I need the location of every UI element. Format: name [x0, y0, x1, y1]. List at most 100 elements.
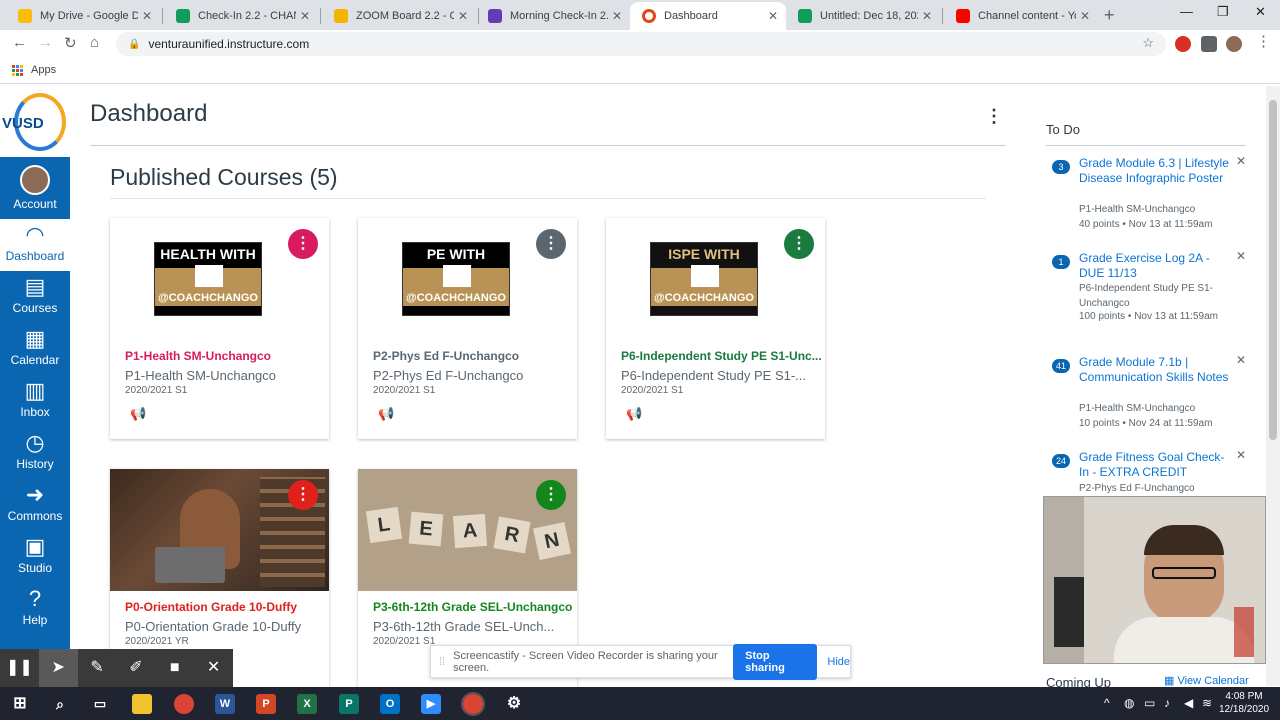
- nav-help[interactable]: ? Help: [0, 583, 70, 635]
- todo-title-link[interactable]: Grade Exercise Log 2A - DUE 11/13: [1079, 251, 1229, 281]
- dashboard-options-icon[interactable]: ⋮: [985, 106, 1003, 127]
- tab-untitled[interactable]: Untitled: Dec 18, 2020✕: [786, 2, 940, 30]
- canvas-icon: [642, 9, 656, 23]
- page-scrollbar[interactable]: [1266, 86, 1280, 686]
- highlighter-icon[interactable]: ✐: [116, 649, 155, 687]
- tab-my-drive[interactable]: My Drive - Google Drive✕: [6, 2, 160, 30]
- dismiss-icon[interactable]: ✕: [1236, 448, 1246, 462]
- search-icon[interactable]: ⌕: [50, 694, 70, 714]
- announcements-icon[interactable]: 📢: [130, 406, 146, 422]
- taskbar-clock[interactable]: 4:08 PM 12/18/2020: [1216, 690, 1272, 716]
- wifi-icon[interactable]: ≋: [1202, 696, 1212, 710]
- chrome-active-icon[interactable]: [461, 692, 485, 716]
- close-tab-icon[interactable]: ✕: [922, 9, 932, 23]
- battery-icon[interactable]: ▭: [1144, 696, 1155, 710]
- publisher-icon[interactable]: P: [339, 694, 359, 714]
- zoom-icon[interactable]: ▶: [421, 694, 441, 714]
- word-icon[interactable]: W: [215, 694, 235, 714]
- settings-icon[interactable]: ⚙: [504, 694, 524, 714]
- close-tab-icon[interactable]: ✕: [1080, 9, 1090, 23]
- drag-handle-icon[interactable]: ⁞⁞: [439, 656, 445, 668]
- screencastify-extension-icon[interactable]: [1175, 36, 1191, 52]
- task-view-icon[interactable]: ▭: [90, 694, 110, 714]
- tab-dashboard[interactable]: Dashboard ✕: [630, 2, 786, 30]
- close-icon[interactable]: ✕: [194, 649, 233, 687]
- chrome-icon[interactable]: [174, 694, 194, 714]
- close-tab-icon[interactable]: ✕: [458, 9, 468, 23]
- volume-icon[interactable]: ◀: [1184, 696, 1193, 710]
- dismiss-icon[interactable]: ✕: [1236, 353, 1246, 367]
- tab-zoom-board[interactable]: ZOOM Board 2.2 - Google✕: [322, 2, 476, 30]
- profile-avatar[interactable]: [1226, 36, 1242, 52]
- forward-icon[interactable]: →: [38, 34, 53, 51]
- apps-bookmark[interactable]: Apps: [12, 64, 56, 76]
- dismiss-icon[interactable]: ✕: [1236, 249, 1246, 263]
- course-code[interactable]: P3-6th-12th Grade SEL-Unchangco: [373, 600, 572, 614]
- course-card[interactable]: HEALTH WITH @COACHCHANGO ⋮ P1-Health SM-…: [110, 218, 329, 439]
- annotation-toolbar: ❚❚ ➤ ✎ ✐ ■ ✕: [0, 649, 233, 687]
- announcements-icon[interactable]: 📢: [626, 406, 642, 422]
- reload-icon[interactable]: ↻: [64, 34, 77, 52]
- course-code[interactable]: P6-Independent Study PE S1-Unc...: [621, 349, 822, 363]
- course-term: 2020/2021 S1: [373, 636, 436, 647]
- card-options-icon[interactable]: ⋮: [288, 229, 318, 259]
- announcements-icon[interactable]: 📢: [378, 406, 394, 422]
- course-card[interactable]: ISPE WITH @COACHCHANGO ⋮ P6-Independent …: [606, 218, 825, 439]
- todo-title-link[interactable]: Grade Module 7.1b | Communication Skills…: [1079, 355, 1229, 385]
- outlook-icon[interactable]: O: [380, 694, 400, 714]
- nav-inbox[interactable]: ▥ Inbox: [0, 375, 70, 427]
- nav-history[interactable]: ◷ History: [0, 427, 70, 479]
- home-icon[interactable]: ⌂: [90, 34, 99, 51]
- cursor-icon[interactable]: ➤: [38, 649, 78, 687]
- nav-studio[interactable]: ▣ Studio: [0, 531, 70, 583]
- course-code[interactable]: P2-Phys Ed F-Unchangco: [373, 349, 519, 363]
- address-bar[interactable]: 🔒 venturaunified.instructure.com ☆: [116, 32, 1166, 56]
- pen-icon[interactable]: ✎: [78, 649, 117, 687]
- excel-icon[interactable]: X: [297, 694, 317, 714]
- close-tab-icon[interactable]: ✕: [300, 9, 310, 23]
- network-icon[interactable]: ◍: [1124, 696, 1134, 710]
- card-options-icon[interactable]: ⋮: [784, 229, 814, 259]
- back-icon[interactable]: ←: [12, 34, 27, 51]
- close-window-icon[interactable]: ✕: [1255, 4, 1266, 20]
- star-icon[interactable]: ☆: [1142, 35, 1154, 51]
- nav-commons[interactable]: ➜ Commons: [0, 479, 70, 531]
- minimize-icon[interactable]: —: [1180, 4, 1193, 19]
- pause-icon[interactable]: ❚❚: [0, 649, 39, 687]
- new-tab-icon[interactable]: +: [1104, 5, 1115, 26]
- tab-morning-check-in[interactable]: Morning Check-In 2.2 ✕: [476, 2, 630, 30]
- course-card[interactable]: PE WITH @COACHCHANGO ⋮ P2-Phys Ed F-Unch…: [358, 218, 577, 439]
- maximize-icon[interactable]: ❐: [1217, 4, 1229, 20]
- course-code[interactable]: P0-Orientation Grade 10-Duffy: [125, 600, 297, 614]
- todo-title-link[interactable]: Grade Module 6.3 | Lifestyle Disease Inf…: [1079, 156, 1229, 186]
- dismiss-icon[interactable]: ✕: [1236, 154, 1246, 168]
- vusd-logo[interactable]: VUSD: [0, 85, 70, 157]
- chrome-menu-icon[interactable]: ⋮: [1256, 32, 1271, 50]
- tray-chevron-icon[interactable]: ^: [1104, 696, 1110, 710]
- nav-calendar[interactable]: ▦ Calendar: [0, 323, 70, 375]
- hide-button[interactable]: Hide: [827, 656, 850, 668]
- view-calendar-link[interactable]: ▦ View Calendar: [1164, 674, 1249, 687]
- microphone-icon[interactable]: ♪: [1164, 696, 1170, 710]
- file-explorer-icon[interactable]: [132, 694, 152, 714]
- nav-account[interactable]: Account: [0, 159, 70, 211]
- close-tab-icon[interactable]: ✕: [142, 9, 152, 23]
- nav-dashboard[interactable]: ◠ Dashboard: [0, 219, 70, 271]
- powerpoint-icon[interactable]: P: [256, 694, 276, 714]
- page-title: Dashboard: [90, 100, 208, 127]
- nav-courses[interactable]: ▤ Courses: [0, 271, 70, 323]
- course-badge-image: PE WITH @COACHCHANGO: [402, 242, 510, 316]
- tab-youtube[interactable]: Channel content - YouTube✕: [944, 2, 1098, 30]
- card-options-icon[interactable]: ⋮: [536, 229, 566, 259]
- course-code[interactable]: P1-Health SM-Unchangco: [125, 349, 271, 363]
- extensions-icon[interactable]: [1201, 36, 1217, 52]
- todo-title-link[interactable]: Grade Fitness Goal Check-In - EXTRA CRED…: [1079, 450, 1229, 480]
- card-options-icon[interactable]: ⋮: [536, 480, 566, 510]
- close-tab-icon[interactable]: ✕: [768, 9, 778, 23]
- close-tab-icon[interactable]: ✕: [612, 9, 622, 23]
- card-options-icon[interactable]: ⋮: [288, 480, 318, 510]
- camera-icon[interactable]: ■: [155, 649, 194, 687]
- windows-start-icon[interactable]: ⊞: [10, 694, 30, 714]
- tab-check-in[interactable]: Check-In 2.2 - CHANGO✕: [164, 2, 318, 30]
- stop-sharing-button[interactable]: Stop sharing: [733, 643, 818, 680]
